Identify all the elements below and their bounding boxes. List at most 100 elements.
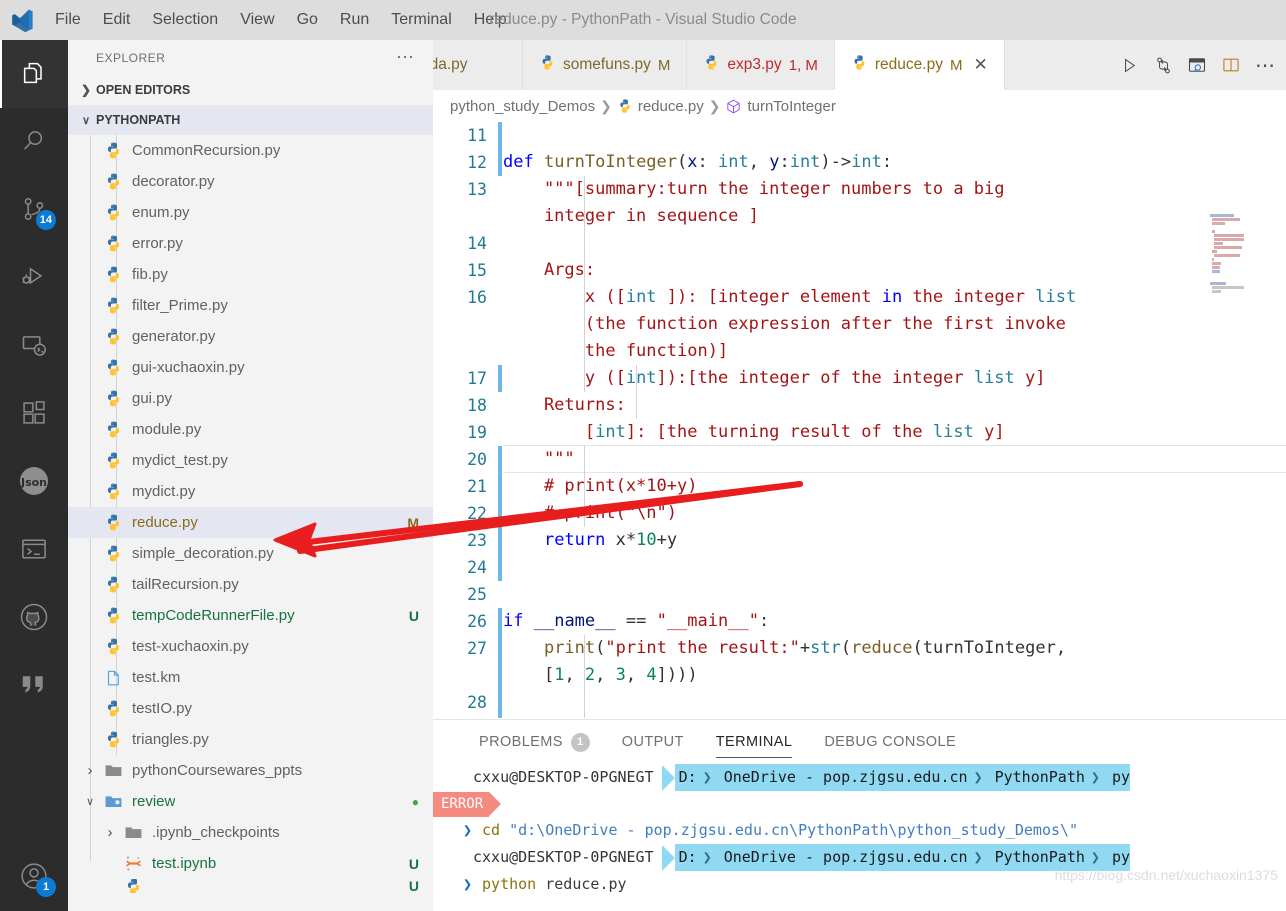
code-line[interactable]: the function)]	[503, 338, 1286, 365]
code-line[interactable]	[503, 689, 1286, 716]
chevron-down-icon[interactable]: ∨	[80, 795, 100, 808]
editor-tab-bar[interactable]: bda.py somefuns.py M exp3.py 1, M	[433, 40, 1286, 90]
editor-actions[interactable]: ⋯	[1108, 40, 1286, 90]
panel-tab-terminal[interactable]: TERMINAL	[700, 720, 809, 764]
tree-file-row[interactable]: generator.py	[68, 321, 433, 352]
code-line[interactable]	[503, 122, 1286, 149]
tree-file-row[interactable]: CommonRecursion.py	[68, 135, 433, 166]
menu-terminal[interactable]: Terminal	[380, 0, 462, 40]
code-line[interactable]: """	[503, 446, 1286, 473]
tree-file-row[interactable]: test.km	[68, 662, 433, 693]
tree-file-row[interactable]: module.py	[68, 414, 433, 445]
editor-tab-exp3[interactable]: exp3.py 1, M	[687, 40, 835, 90]
tree-file-row[interactable]: test-xuchaoxin.py	[68, 631, 433, 662]
code-line[interactable]: (the function expression after the first…	[503, 311, 1286, 338]
code-line[interactable]: y ([int]):[the integer of the integer li…	[503, 365, 1286, 392]
tree-file-row[interactable]: decorator.py	[68, 166, 433, 197]
run-and-debug-icon[interactable]	[1148, 40, 1178, 90]
panel-tab-output[interactable]: OUTPUT	[606, 720, 700, 764]
close-icon[interactable]: ✕	[973, 55, 987, 75]
activitybar-item-json[interactable]: Json	[0, 448, 68, 516]
minimap[interactable]	[1200, 204, 1272, 759]
tree-file-row[interactable]: reduce.py M	[68, 507, 433, 538]
code-line[interactable]	[503, 581, 1286, 608]
code-line[interactable]	[503, 554, 1286, 581]
sidebar-section-pythonpath[interactable]: ∨ PYTHONPATH	[68, 105, 433, 135]
menu-help[interactable]: Help	[463, 0, 518, 40]
activitybar-item-remote-explorer[interactable]	[0, 312, 68, 380]
code-line[interactable]: x ([int ]): [integer element in the inte…	[503, 284, 1286, 311]
code-line[interactable]: Args:	[503, 257, 1286, 284]
code-line[interactable]: if __name__ == "__main__":	[503, 608, 1286, 635]
tree-folder-row[interactable]: › pythonCoursewares_ppts	[68, 755, 433, 786]
tree-folder-row[interactable]: ∨ review ●	[68, 786, 433, 817]
code-line[interactable]: Returns:	[503, 392, 1286, 419]
minimap-line	[1210, 278, 1272, 281]
code-editor[interactable]: 11 12 13 14 15 16 17 18 19 20 21 22 23 24 25 26 27 28 def…	[433, 122, 1286, 759]
tree-file-row[interactable]: gui-xuchaoxin.py	[68, 352, 433, 383]
tree-file-row[interactable]: filter_Prime.py	[68, 290, 433, 321]
activitybar-item-bookmarks[interactable]	[0, 652, 68, 720]
menu-edit[interactable]: Edit	[92, 0, 142, 40]
menu-go[interactable]: Go	[286, 0, 329, 40]
tree-file-row[interactable]: simple_decoration.py	[68, 538, 433, 569]
code-line[interactable]: # print(x*10+y)	[503, 473, 1286, 500]
tree-file-row[interactable]: fib.py	[68, 259, 433, 290]
tree-file-row[interactable]: tempCodeRunnerFile.py U	[68, 600, 433, 631]
panel-tab-bar[interactable]: PROBLEMS 1 OUTPUT TERMINAL DEBUG CONSOLE	[433, 720, 1286, 764]
activitybar-item-extensions[interactable]	[0, 380, 68, 448]
file-tree[interactable]: CommonRecursion.py decorator.py enum.py err…	[68, 135, 433, 893]
tree-file-row[interactable]: U	[68, 879, 433, 893]
chevron-right-icon[interactable]: ›	[100, 824, 120, 841]
tree-file-row[interactable]: enum.py	[68, 197, 433, 228]
tree-file-row[interactable]: error.py	[68, 228, 433, 259]
activitybar-item-terminal[interactable]	[0, 516, 68, 584]
activitybar-item-run-debug[interactable]	[0, 244, 68, 312]
menu-view[interactable]: View	[229, 0, 285, 40]
menu-file[interactable]: File	[44, 0, 92, 40]
activitybar-item-github[interactable]	[0, 584, 68, 652]
activitybar-item-source-control[interactable]: 14	[0, 176, 68, 244]
open-preview-to-side-icon[interactable]	[1182, 40, 1212, 90]
terminal-output[interactable]: cxxu@DESKTOP-0PGNEGT D: ❯ OneDrive - pop…	[433, 764, 1286, 911]
code-line[interactable]: [1, 2, 3, 4])))	[503, 662, 1286, 689]
breadcrumb-item-file[interactable]: reduce.py	[638, 98, 704, 115]
menu-selection[interactable]: Selection	[141, 0, 229, 40]
code-line[interactable]: integer in sequence ]	[503, 203, 1286, 230]
panel-tab-debug-console[interactable]: DEBUG CONSOLE	[808, 720, 972, 764]
activitybar-item-accounts[interactable]: 1	[0, 843, 68, 911]
tree-file-row[interactable]: gui.py	[68, 383, 433, 414]
tree-file-row[interactable]: mydict.py	[68, 476, 433, 507]
activitybar-item-search[interactable]	[0, 108, 68, 176]
breadcrumb-item-symbol[interactable]: turnToInteger	[747, 98, 835, 115]
tree-file-row[interactable]: triangles.py	[68, 724, 433, 755]
ellipsis-icon[interactable]: ⋯	[396, 47, 415, 68]
breadcrumb[interactable]: python_study_Demos ❯ reduce.py ❯ turnToI…	[433, 90, 1286, 122]
editor-tab-somefuns[interactable]: somefuns.py M	[523, 40, 688, 90]
code-line[interactable]: """[summary:turn the integer numbers to …	[503, 176, 1286, 203]
menu-bar[interactable]: File Edit Selection View Go Run Terminal…	[44, 0, 518, 40]
more-actions-icon[interactable]: ⋯	[1250, 40, 1280, 90]
tree-folder-row[interactable]: › .ipynb_checkpoints	[68, 817, 433, 848]
menu-run[interactable]: Run	[329, 0, 380, 40]
split-editor-right-icon[interactable]	[1216, 40, 1246, 90]
code-content[interactable]: def turnToInteger(x: int, y:int)->int: "…	[503, 122, 1286, 759]
breadcrumb-item-folder[interactable]: python_study_Demos	[450, 98, 595, 115]
run-python-file-icon[interactable]	[1114, 40, 1144, 90]
code-line[interactable]: print("print the result:"+str(reduce(tur…	[503, 635, 1286, 662]
tree-file-row[interactable]: tailRecursion.py	[68, 569, 433, 600]
code-line[interactable]	[503, 230, 1286, 257]
code-line[interactable]: [int]: [the turning result of the list y…	[503, 419, 1286, 446]
editor-tab-bda[interactable]: bda.py	[433, 40, 523, 90]
sidebar-section-open-editors[interactable]: ❯ OPEN EDITORS	[68, 75, 433, 105]
panel-tab-problems[interactable]: PROBLEMS 1	[463, 720, 606, 764]
chevron-right-icon[interactable]: ›	[80, 762, 100, 779]
tree-file-row[interactable]: mydict_test.py	[68, 445, 433, 476]
code-line[interactable]: return x*10+y	[503, 527, 1286, 554]
code-line[interactable]: # print("\n")	[503, 500, 1286, 527]
code-line[interactable]: def turnToInteger(x: int, y:int)->int:	[503, 149, 1286, 176]
tree-file-row[interactable]: test.ipynb U	[68, 848, 433, 879]
editor-tab-reduce[interactable]: reduce.py M ✕	[834, 40, 1005, 90]
activitybar-item-explorer[interactable]	[0, 40, 68, 108]
tree-file-row[interactable]: testIO.py	[68, 693, 433, 724]
